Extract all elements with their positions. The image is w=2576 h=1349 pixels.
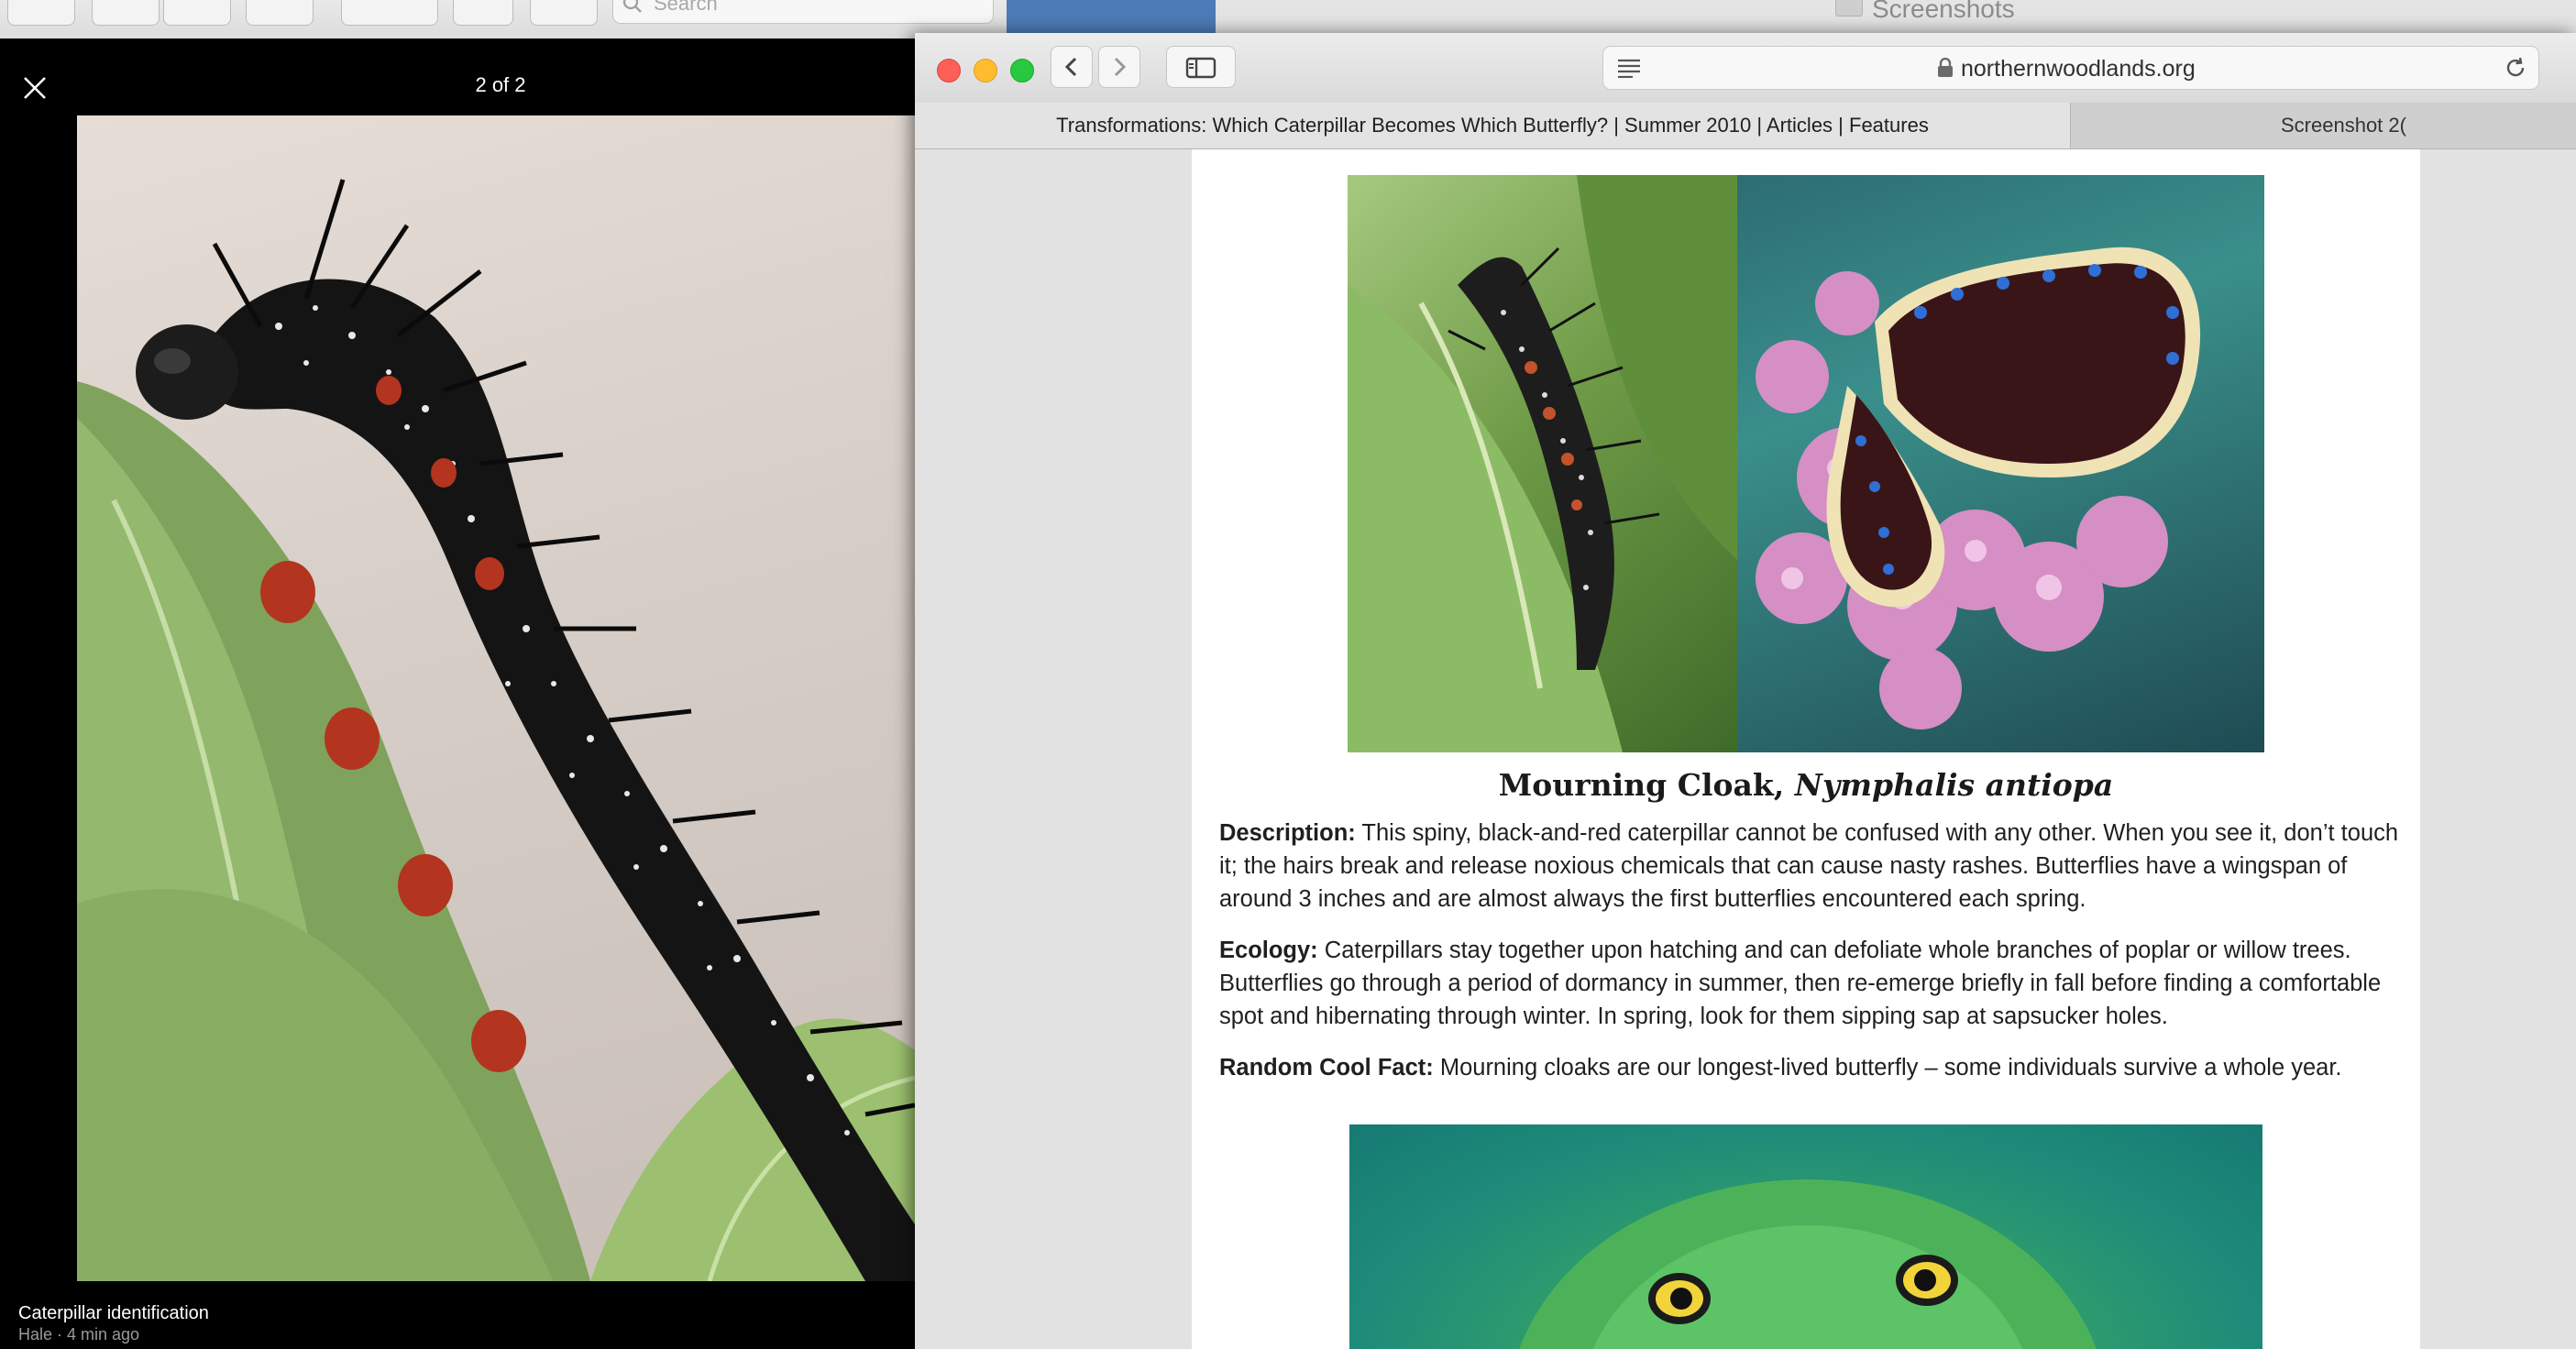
fact-label: Random Cool Fact: (1219, 1055, 1434, 1080)
ecology-label: Ecology: (1219, 938, 1318, 963)
description-label: Description: (1219, 820, 1356, 846)
close-window-button[interactable] (937, 59, 961, 82)
article-page: Mourning Cloak, Nymphalis antiopa Descri… (1192, 149, 2420, 1349)
photo-caption-title: Caterpillar identification (18, 1303, 209, 1323)
tab-screenshot[interactable]: Screenshot 2( (2072, 103, 2576, 148)
back-icon (1064, 57, 1077, 77)
description-text: This spiny, black-and-red caterpillar ca… (1219, 820, 2399, 912)
fact-text: Mourning cloaks are our longest-lived bu… (1433, 1055, 2342, 1080)
species-common-name: Mourning Cloak, (1498, 767, 1795, 803)
safari-window: northernwoodlands.org Transformations: W… (915, 33, 2576, 1349)
reader-icon[interactable] (1616, 58, 1642, 78)
reload-icon[interactable] (2504, 56, 2527, 80)
forward-button[interactable] (1098, 46, 1140, 88)
caterpillar-illustration (77, 179, 915, 1281)
ecology-paragraph: Ecology: Caterpillars stay together upon… (1219, 934, 2402, 1033)
forward-icon (1114, 57, 1127, 77)
description-paragraph: Description: This spiny, black-and-red c… (1219, 817, 2402, 916)
mourning-cloak-caterpillar-photo (1348, 175, 1737, 752)
butterfly-on-milkweed-illustration (1756, 247, 2201, 729)
background-preview-toolbar: Search (0, 0, 1008, 39)
zoom-out-button[interactable] (92, 0, 160, 26)
markup-button[interactable] (341, 0, 438, 26)
caterpillar-photo (77, 115, 915, 1281)
web-content: Mourning Cloak, Nymphalis antiopa Descri… (915, 149, 2576, 1349)
photo-caption-sub: Hale · 4 min ago (18, 1325, 140, 1344)
mourning-cloak-photo-pair (1348, 175, 2264, 752)
annotate-button[interactable] (530, 0, 598, 26)
minimize-window-button[interactable] (974, 59, 997, 82)
url-text: northernwoodlands.org (1961, 56, 2196, 82)
search-input[interactable]: Search (612, 0, 994, 24)
species-heading: Mourning Cloak, Nymphalis antiopa (1192, 767, 2420, 803)
sidebar-icon (1185, 57, 1216, 79)
share-button[interactable] (246, 0, 314, 26)
back-button[interactable] (1051, 46, 1093, 88)
search-placeholder: Search (654, 0, 718, 15)
caterpillar-on-leaf-illustration (1348, 175, 1737, 752)
zoom-window-button[interactable] (1010, 59, 1034, 82)
view-menu-button[interactable] (7, 0, 75, 26)
green-caterpillar-illustration (1519, 1179, 2097, 1349)
lock-icon (1938, 58, 1953, 77)
photo-counter: 2 of 2 (475, 73, 526, 96)
folder-icon (1835, 0, 1863, 16)
ecology-text: Caterpillars stay together upon hatching… (1219, 938, 2382, 1029)
search-icon (622, 0, 642, 13)
safari-toolbar: northernwoodlands.org (915, 33, 2576, 104)
rotate-button[interactable] (453, 0, 513, 26)
address-bar[interactable]: northernwoodlands.org (1602, 46, 2539, 90)
mourning-cloak-butterfly-photo (1737, 175, 2264, 752)
tab-article[interactable]: Transformations: Which Caterpillar Becom… (915, 103, 2071, 148)
species-latin-name: Nymphalis antiopa (1794, 767, 2114, 803)
zoom-in-button[interactable] (163, 0, 231, 26)
swallowtail-caterpillar-photo (1349, 1124, 2262, 1349)
photo-viewer: 2 of 2 Caterpillar identification Hale ·… (0, 38, 915, 1349)
tab-bar: Transformations: Which Caterpillar Becom… (915, 103, 2576, 149)
finder-title: Screenshots (1872, 0, 2015, 23)
sidebar-button[interactable] (1166, 46, 1236, 88)
fact-paragraph: Random Cool Fact: Mourning cloaks are ou… (1219, 1051, 2402, 1084)
